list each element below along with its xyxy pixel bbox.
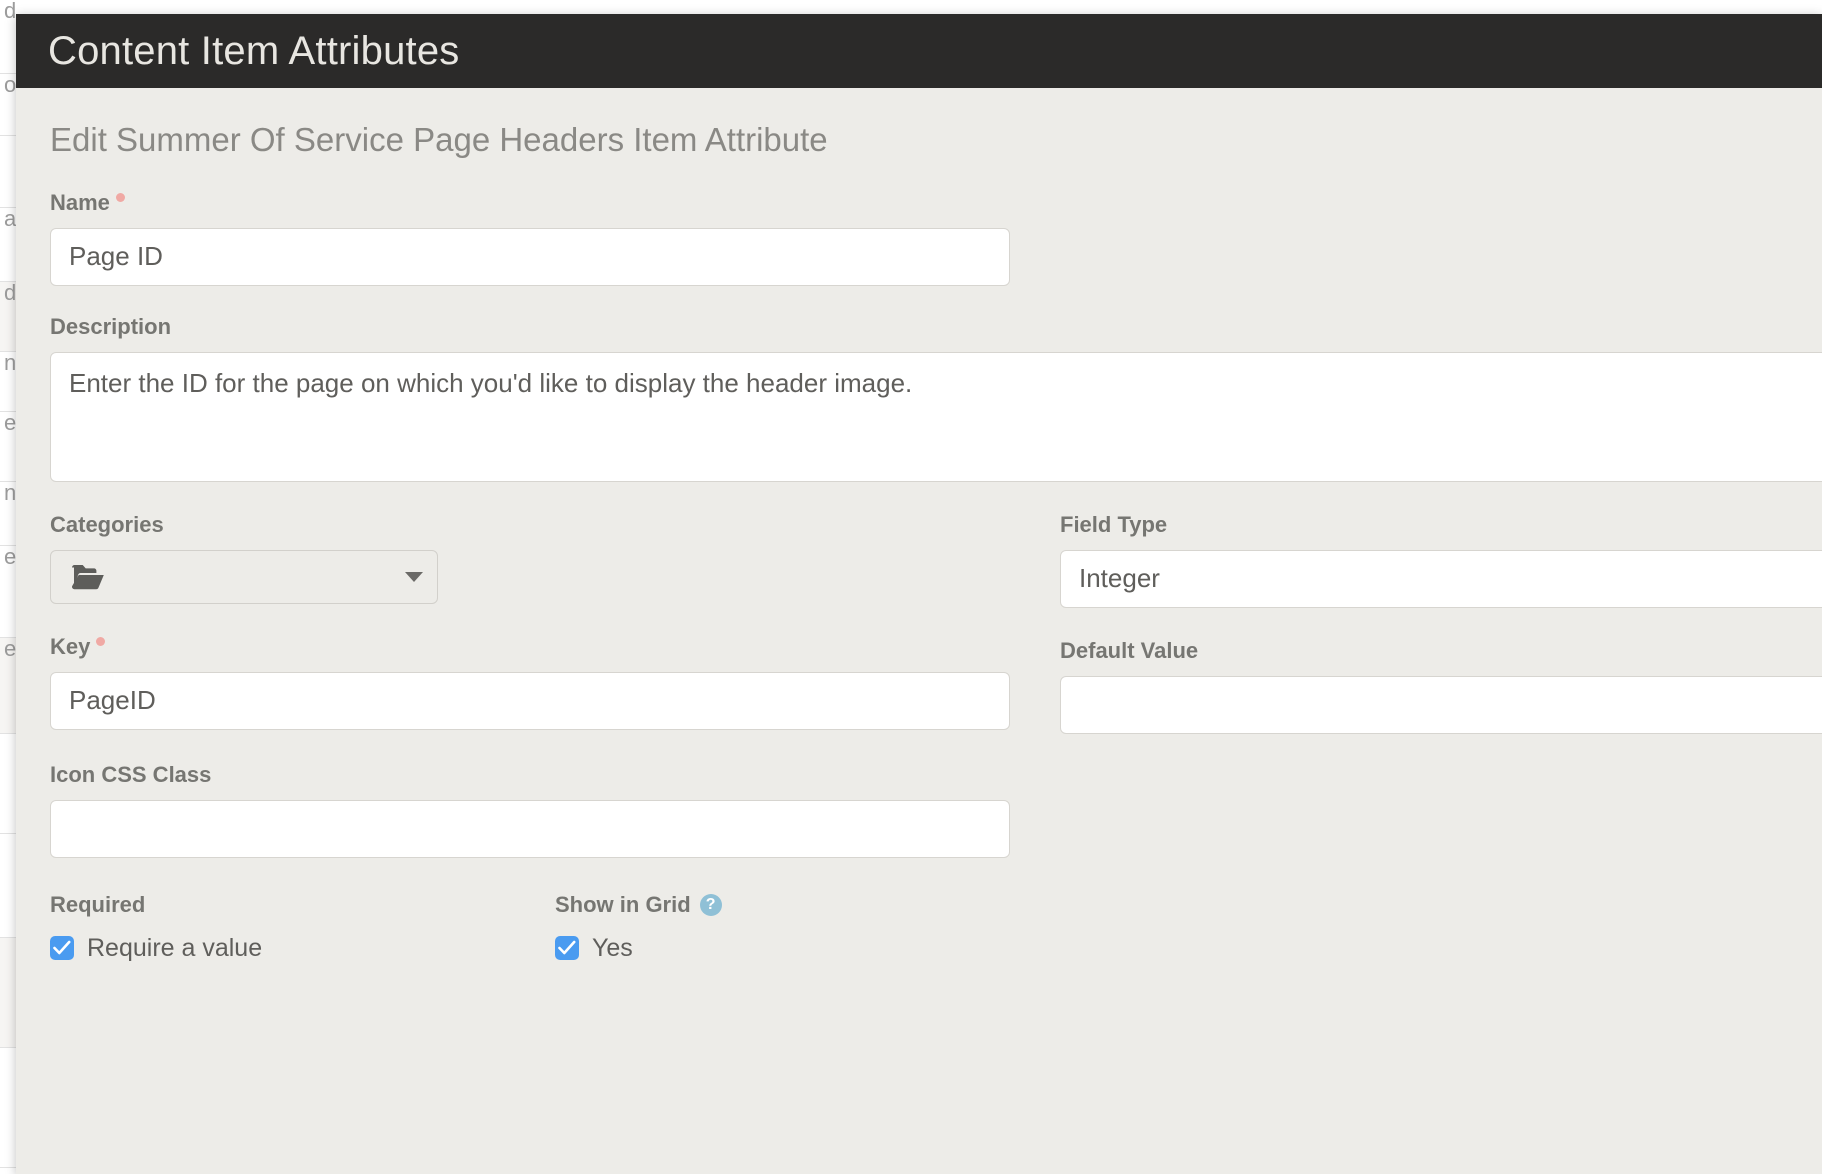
key-input[interactable] [50,672,1010,730]
show-in-grid-checkbox[interactable] [555,936,579,960]
form-columns: Categories [50,514,1822,858]
categories-label: Categories [50,514,1060,536]
required-label-text: Required [50,894,145,916]
field-group-required: Required Require a value [50,894,555,961]
description-textarea[interactable] [50,352,1822,482]
help-icon[interactable]: ? [700,894,722,916]
default-value-input[interactable] [1060,676,1822,734]
categories-label-text: Categories [50,514,164,536]
show-in-grid-label-text: Show in Grid [555,894,691,916]
check-icon [53,940,71,956]
field-type-input[interactable] [1060,550,1822,608]
show-in-grid-yes-label: Yes [592,936,633,961]
form-column-right: Field Type Default Value [1060,514,1822,858]
default-value-label: Default Value [1060,640,1822,662]
required-indicator-icon [96,637,105,646]
field-group-show-in-grid: Show in Grid ? Yes [555,894,1822,961]
name-input[interactable] [50,228,1010,286]
show-in-grid-checkbox-row[interactable]: Yes [555,936,1822,961]
categories-dropdown[interactable] [50,550,438,604]
chevron-down-icon [405,572,423,582]
checkbox-row: Required Require a value Show in Grid ? [50,894,1822,961]
key-label-text: Key [50,636,90,658]
require-a-value-checkbox[interactable] [50,936,74,960]
icon-css-class-input[interactable] [50,800,1010,858]
field-group-description: Description [50,316,1822,482]
field-group-field-type: Field Type [1060,514,1822,608]
required-label: Required [50,894,555,916]
name-label-text: Name [50,192,110,214]
field-type-label-text: Field Type [1060,514,1167,536]
required-indicator-icon [116,193,125,202]
content-item-attributes-modal: Content Item Attributes Edit Summer Of S… [16,14,1822,1174]
icon-css-class-label: Icon CSS Class [50,764,1060,786]
show-in-grid-label: Show in Grid ? [555,894,1822,916]
field-type-label: Field Type [1060,514,1822,536]
default-value-label-text: Default Value [1060,640,1198,662]
form-column-left: Categories [50,514,1060,858]
page-subtitle: Edit Summer Of Service Page Headers Item… [50,88,1822,166]
modal-header: Content Item Attributes [16,14,1822,88]
field-group-default-value: Default Value [1060,640,1822,734]
description-label-text: Description [50,316,171,338]
require-a-value-checkbox-row[interactable]: Require a value [50,936,555,961]
field-group-key: Key [50,636,1060,730]
modal-body: Edit Summer Of Service Page Headers Item… [16,88,1822,1174]
name-label: Name [50,192,1822,214]
description-label: Description [50,316,1822,338]
field-group-name: Name [50,192,1822,286]
field-group-icon-css-class: Icon CSS Class [50,764,1060,858]
key-label: Key [50,636,1060,658]
field-group-categories: Categories [50,514,1060,604]
icon-css-class-label-text: Icon CSS Class [50,764,211,786]
check-icon [558,940,576,956]
require-a-value-label: Require a value [87,936,262,961]
modal-title: Content Item Attributes [48,31,459,71]
open-folder-icon [71,564,105,590]
